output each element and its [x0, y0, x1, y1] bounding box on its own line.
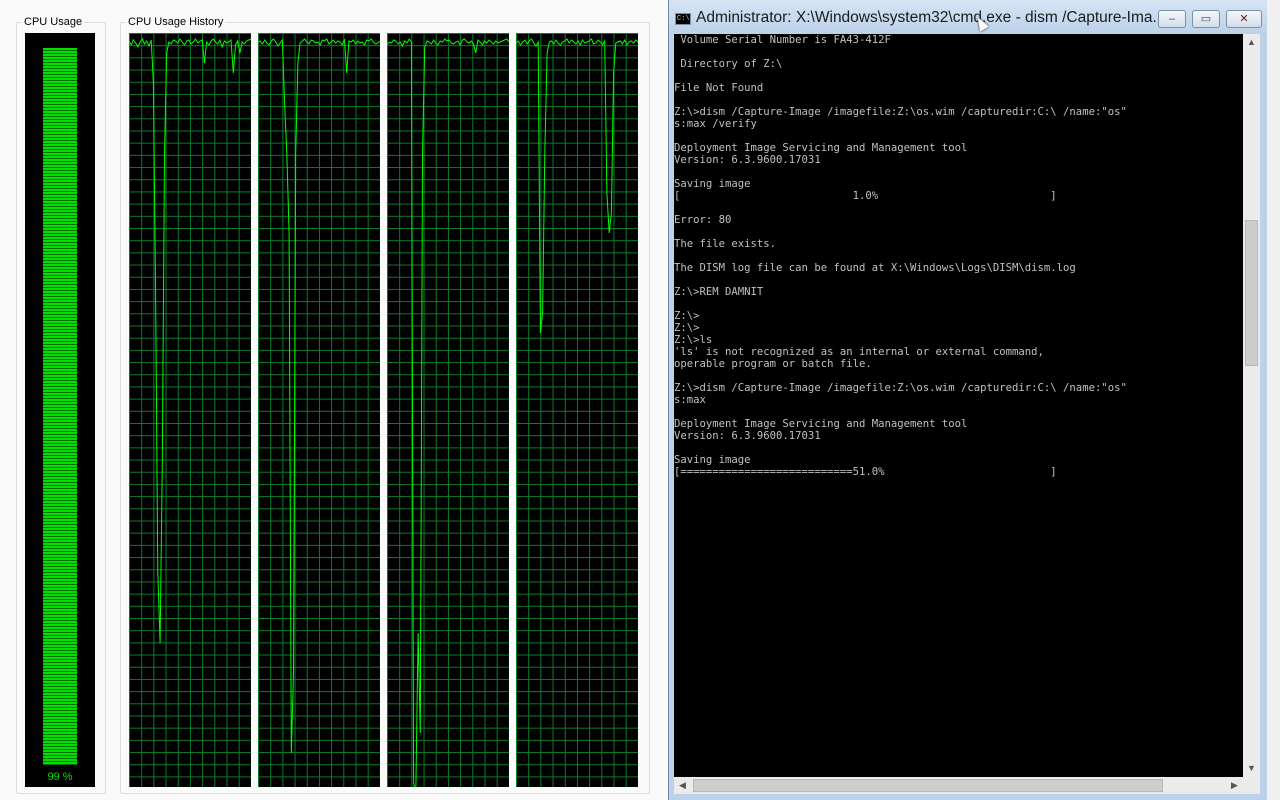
console-text: Volume Serial Number is FA43-412F Direct… [674, 34, 1127, 478]
cpu-history-group: CPU Usage History [120, 15, 650, 794]
scroll-left-icon[interactable]: ◀ [674, 777, 691, 794]
cpu-history-graph-core-1 [129, 33, 251, 787]
cpu-usage-group: CPU Usage 99 % [16, 15, 106, 794]
cpu-history-polyline [516, 38, 638, 334]
cpu-usage-percent: 99 % [47, 771, 73, 783]
cpu-history-graph-core-2 [258, 33, 380, 787]
vertical-scroll-thumb[interactable] [1245, 220, 1258, 366]
scroll-right-icon[interactable]: ▶ [1226, 777, 1243, 794]
cpu-history-polyline [258, 38, 380, 754]
cpu-history-graph-core-3 [387, 33, 509, 787]
task-manager-performance-panel: CPU Usage 99 % CPU Usage History [0, 0, 668, 800]
scroll-down-icon[interactable]: ▼ [1243, 760, 1260, 777]
size-grip[interactable] [1243, 777, 1260, 794]
horizontal-scrollbar[interactable]: ◀ ▶ [674, 777, 1243, 794]
scroll-up-icon[interactable]: ▲ [1243, 34, 1260, 51]
minimize-button[interactable]: – [1158, 10, 1186, 28]
cpu-usage-meter-fill [43, 48, 77, 765]
cpu-history-label: CPU Usage History [126, 15, 226, 29]
horizontal-scroll-thumb[interactable] [693, 779, 1163, 792]
cpu-history-line-core-1 [129, 38, 251, 644]
cmd-window[interactable]: C:\ Administrator: X:\Windows\system32\c… [668, 0, 1267, 800]
maximize-button[interactable]: ▭ [1192, 10, 1220, 28]
cpu-history-polyline [387, 38, 509, 787]
cpu-history-line-core-2 [258, 38, 380, 754]
cmd-titlebar[interactable]: C:\ Administrator: X:\Windows\system32\c… [669, 0, 1267, 34]
vertical-scrollbar[interactable]: ▲ ▼ [1243, 34, 1260, 777]
cpu-history-polyline [129, 38, 251, 644]
console-output[interactable]: Volume Serial Number is FA43-412F Direct… [674, 34, 1243, 777]
cmd-window-title: Administrator: X:\Windows\system32\cmd.e… [696, 9, 1156, 26]
cpu-history-graph-core-4 [516, 33, 638, 787]
cpu-history-line-core-4 [516, 38, 638, 334]
close-button[interactable]: ✕ [1226, 10, 1262, 28]
cmd-app-icon[interactable]: C:\ [675, 13, 691, 25]
cpu-usage-label: CPU Usage [22, 15, 85, 29]
cpu-history-line-core-3 [387, 38, 509, 787]
cpu-usage-meter: 99 % [25, 33, 95, 787]
